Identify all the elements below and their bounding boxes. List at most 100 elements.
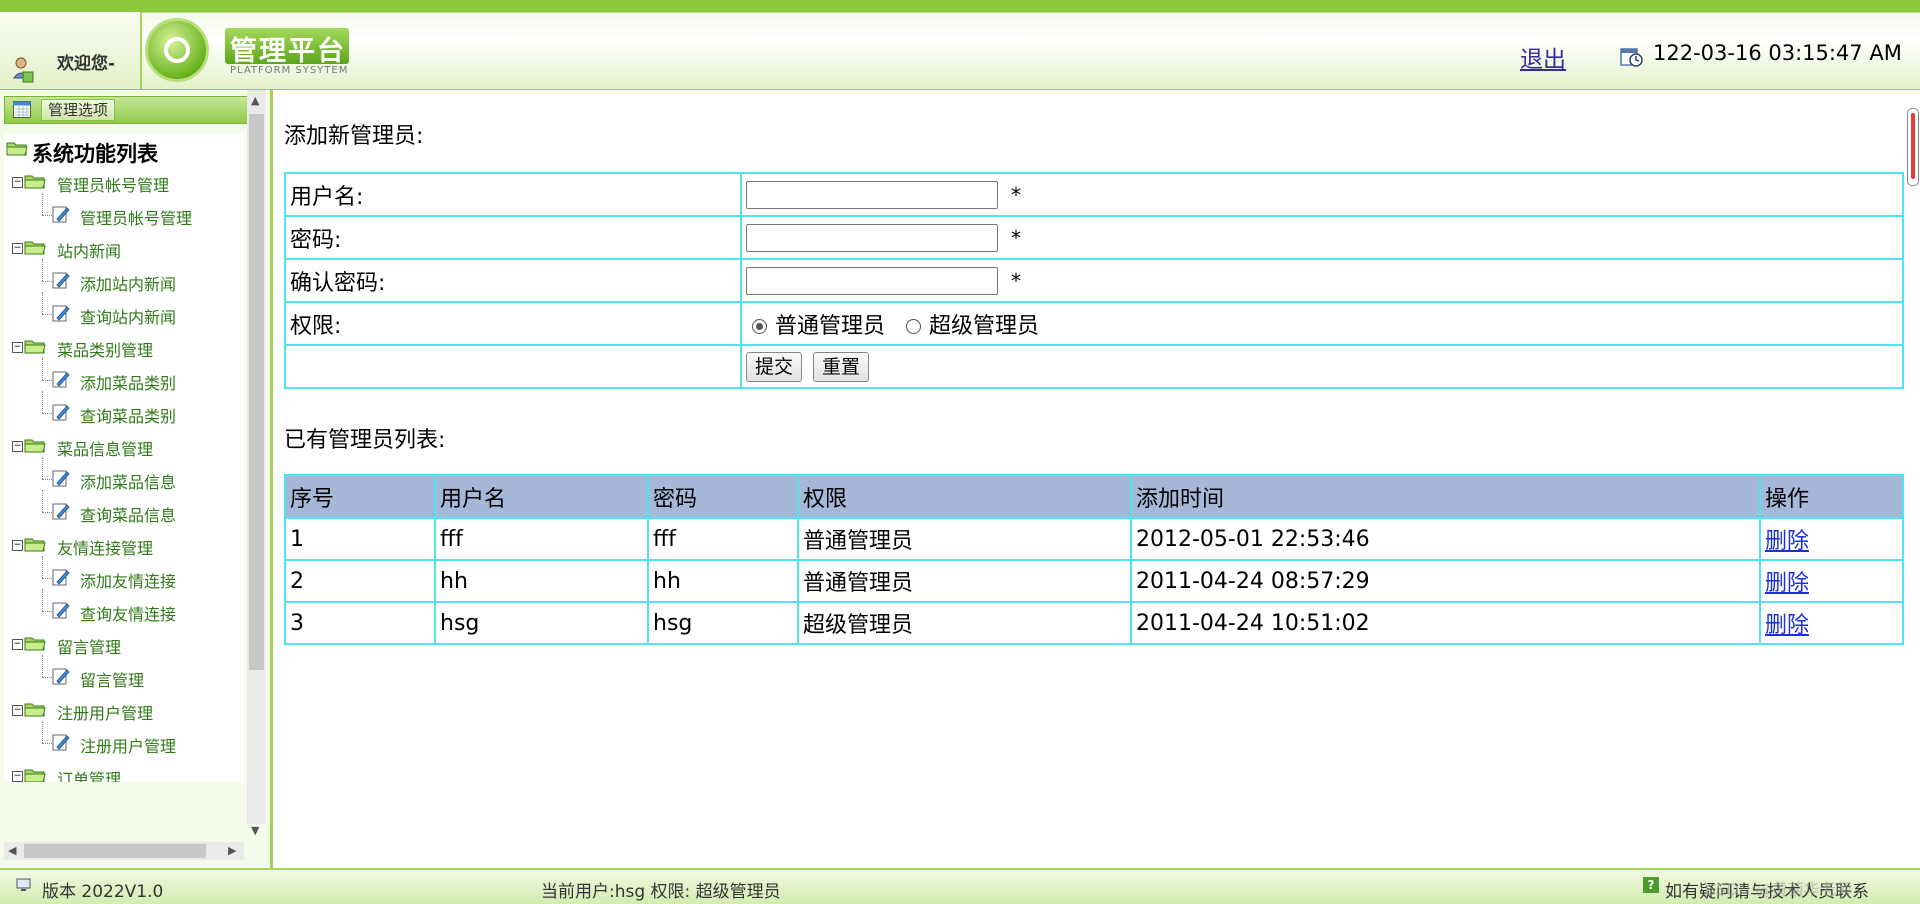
scroll-right-arrow-icon[interactable]: ▶ [228,844,236,857]
folder-open-icon [24,439,46,453]
watermark-text: CSDN @黄菊华老师 [1705,880,1852,899]
delete-link[interactable]: 删除 [1765,613,1809,638]
table-row: 2 hh hh 普通管理员 2011-04-24 08:57:29 删除 [284,559,1904,603]
sidebar-horizontal-scrollbar[interactable]: ◀ ▶ [4,842,244,860]
tree-group[interactable]: − 留言管理 [4,630,244,658]
actions-cell: 提交 重置 [740,344,1904,389]
edit-document-icon [52,734,70,751]
tree-item-label[interactable]: 添加友情连接 [80,568,176,592]
username-label: 用户名: [284,172,742,217]
tree-connector [42,292,43,314]
sidebar-vertical-scrollbar[interactable]: ▲ ▼ [247,90,266,837]
tree-item-label[interactable]: 添加菜品类别 [80,370,176,394]
datetime-display: 122-03-16 03:15:47 AM [1653,41,1902,65]
main-scrollbar[interactable] [1907,108,1919,186]
tree-item[interactable]: 管理员帐号管理 [4,193,244,229]
cell-role: 普通管理员 [797,517,1132,561]
scrollbar-thumb[interactable] [249,114,264,670]
tree-item[interactable]: 添加友情连接 [4,556,244,592]
manage-options-button[interactable]: 管理选项 [41,99,116,121]
tree-group[interactable]: − 菜品信息管理 [4,432,244,460]
tree-item-label[interactable]: 查询菜品类别 [80,403,176,427]
col-header-password: 密码 [647,474,799,519]
tree-item[interactable]: 添加菜品类别 [4,358,244,394]
role-normal-label[interactable]: 普通管理员 [775,314,885,339]
edit-document-icon [52,371,70,388]
tree-item[interactable]: 添加菜品信息 [4,457,244,493]
edit-document-icon [52,503,70,520]
tree-item-label[interactable]: 查询友情连接 [80,601,176,625]
edit-document-icon [52,470,70,487]
tree-item-label[interactable]: 管理员帐号管理 [80,205,192,229]
role-super-label[interactable]: 超级管理员 [929,314,1039,339]
scroll-down-arrow-icon[interactable]: ▼ [251,824,259,837]
tree-item-label[interactable]: 查询站内新闻 [80,304,176,328]
tree-group-label[interactable]: 菜品信息管理 [57,436,153,460]
role-super-radio[interactable] [906,319,922,334]
tree-item[interactable]: 注册用户管理 [4,721,244,757]
tree-item[interactable]: 查询友情连接 [4,589,244,625]
col-header-action: 操作 [1759,474,1904,519]
username-cell: * [740,172,1904,217]
tree-group[interactable]: − 管理员帐号管理 [4,168,244,196]
collapse-toggle-icon[interactable]: − [12,771,23,782]
scroll-left-arrow-icon[interactable]: ◀ [8,844,16,857]
tree-item[interactable]: 添加站内新闻 [4,259,244,295]
collapse-toggle-icon[interactable]: − [12,639,23,650]
submit-button[interactable]: 提交 [746,351,803,382]
tree-item-label[interactable]: 注册用户管理 [80,733,176,757]
scrollbar-thumb[interactable] [24,844,206,858]
tree-group[interactable]: − 注册用户管理 [4,696,244,724]
admin-list-table: 序号 用户名 密码 权限 添加时间 操作 1 fff fff 普通管理员 2012-05… [284,474,1904,645]
collapse-toggle-icon[interactable]: − [12,540,23,551]
tree-group-label[interactable]: 订单管理 [57,766,121,782]
tree-item[interactable]: 查询菜品类别 [4,391,244,427]
main-scrollbar-thumb[interactable] [1911,113,1915,179]
confirm-password-input[interactable] [746,266,998,295]
tree-connector [42,259,43,281]
tree-item[interactable]: 留言管理 [4,655,244,691]
top-header: 欢迎您- 管理平台 PLATFORM SYSYTEM 退出 122-03-16 … [0,0,1920,90]
tree-group-label[interactable]: 菜品类别管理 [57,337,153,361]
collapse-toggle-icon[interactable]: − [12,243,23,254]
tree-item[interactable]: 查询菜品信息 [4,490,244,526]
tree-connector [42,589,43,611]
tree-group[interactable]: − 菜品类别管理 [4,333,244,361]
tree-item-label[interactable]: 添加菜品信息 [80,469,176,493]
tree-item-label[interactable]: 查询菜品信息 [80,502,176,526]
reset-button[interactable]: 重置 [813,351,870,382]
tree-item[interactable]: 查询站内新闻 [4,292,244,328]
role-normal-radio[interactable] [752,319,767,334]
cell-password: fff [647,517,799,561]
folder-open-icon [6,142,28,156]
tree-group-label[interactable]: 站内新闻 [57,238,121,262]
welcome-text: 欢迎您- [57,54,116,74]
tree-group[interactable]: − 站内新闻 [4,234,244,262]
delete-link[interactable]: 删除 [1765,529,1809,554]
collapse-toggle-icon[interactable]: − [12,342,23,353]
tree-item-label[interactable]: 添加站内新闻 [80,271,176,295]
folder-open-icon [24,241,46,255]
tree-group[interactable]: − 订单管理 [4,762,244,782]
folder-open-icon [24,703,46,717]
col-header-added-time: 添加时间 [1130,474,1761,519]
confirm-password-cell: * [740,258,1904,303]
tree-group-label[interactable]: 注册用户管理 [57,700,153,724]
function-tree: 系统功能列表 − 管理员帐号管理 管理员帐号管理 − 站内新闻 添加站内新闻 查询站内新闻 −… [4,134,244,782]
cell-added-time: 2012-05-01 22:53:46 [1130,517,1761,561]
tree-group-label[interactable]: 管理员帐号管理 [57,172,169,196]
collapse-toggle-icon[interactable]: − [12,177,23,188]
tree-item-label[interactable]: 留言管理 [80,667,144,691]
tree-connector [42,655,43,677]
collapse-toggle-icon[interactable]: − [12,705,23,716]
user-icon [13,57,34,83]
password-input[interactable] [746,223,998,252]
logout-link[interactable]: 退出 [1520,40,1566,74]
tree-group[interactable]: − 友情连接管理 [4,531,244,559]
username-input[interactable] [746,180,998,209]
tree-group-label[interactable]: 留言管理 [57,634,121,658]
scroll-up-arrow-icon[interactable]: ▲ [251,94,259,107]
tree-group-label[interactable]: 友情连接管理 [57,535,153,559]
collapse-toggle-icon[interactable]: − [12,441,23,452]
delete-link[interactable]: 删除 [1765,571,1809,596]
